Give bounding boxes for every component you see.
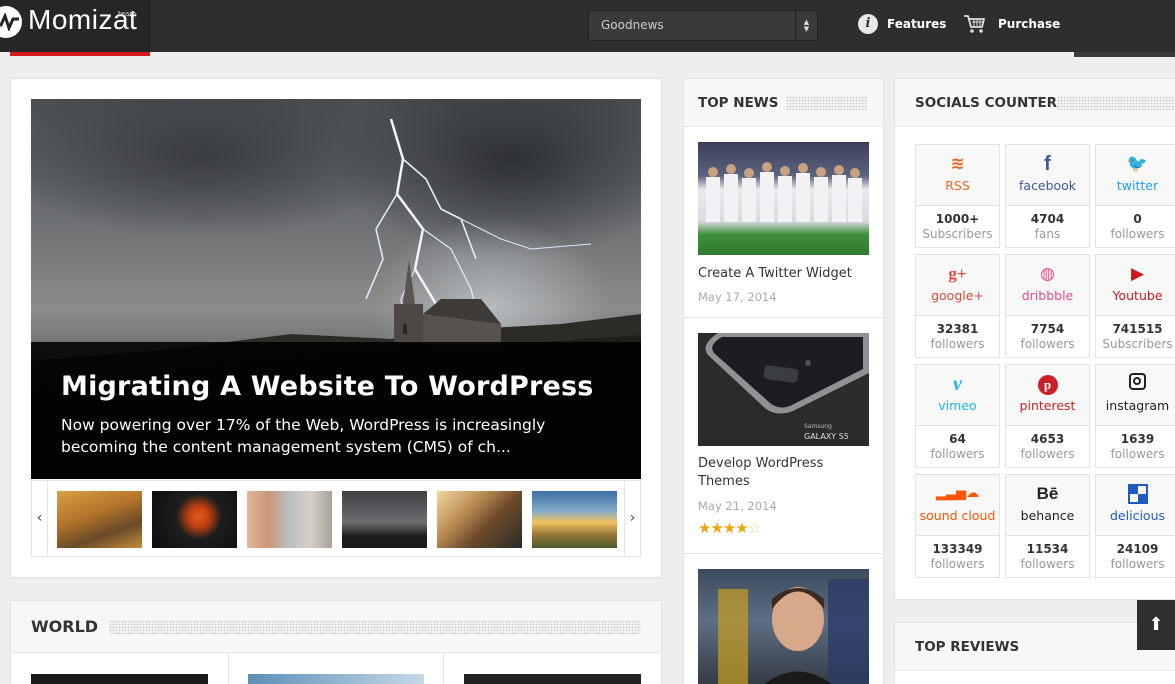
thumbnail-interior-room[interactable]: [437, 491, 522, 548]
nav-purchase-label: Purchase: [998, 17, 1061, 31]
world-article-image[interactable]: [31, 674, 208, 684]
logo-accent-bar: [10, 52, 150, 56]
world-article-image[interactable]: [248, 674, 424, 684]
social-pinterest[interactable]: p pinterest 4653 followers: [1005, 364, 1090, 468]
top-news-title: TOP NEWS: [698, 95, 779, 111]
news-date: May 21, 2014: [698, 499, 777, 513]
top-news-header: TOP NEWS: [684, 79, 883, 127]
youtube-icon: ▶: [1130, 264, 1145, 284]
social-dribbble[interactable]: ◍ dribbble 7754 followers: [1005, 254, 1090, 358]
news-image-team[interactable]: [698, 142, 869, 255]
star-rating: ★★★★☆: [698, 519, 761, 537]
news-date: May 17, 2014: [698, 290, 777, 304]
portrait-photo: [718, 579, 869, 684]
social-delicious[interactable]: delicious 24109 followers: [1095, 474, 1175, 578]
social-instagram[interactable]: instagram 1639 followers: [1095, 364, 1175, 468]
featured-title[interactable]: Migrating A Website To WordPress: [61, 371, 594, 402]
top-reviews-title: TOP REVIEWS: [915, 639, 1020, 655]
world-article-image[interactable]: [464, 674, 641, 684]
featured-excerpt: Now powering over 17% of the Web, WordPr…: [61, 416, 546, 456]
socials-title: SOCIALS COUNTER: [915, 95, 1058, 111]
thumbnail-storm-church[interactable]: [342, 491, 427, 548]
info-icon: i: [858, 14, 878, 34]
news-image-phone[interactable]: Samsung GALAXY S5: [698, 333, 869, 446]
featured-image[interactable]: Migrating A Website To WordPress Now pow…: [31, 99, 641, 479]
news-title-link[interactable]: Develop WordPress Themes: [698, 455, 873, 491]
logo-mark-icon: [0, 6, 22, 38]
social-behance[interactable]: Bē behance 11534 followers: [1005, 474, 1090, 578]
header-dark-accent: [1074, 52, 1175, 57]
news-title-link[interactable]: Create A Twitter Widget: [698, 265, 873, 283]
top-reviews-header: TOP REVIEWS: [895, 623, 1175, 671]
social-rss[interactable]: ≋ RSS 1000+ Subscribers: [915, 144, 1000, 248]
logo[interactable]: Momizat team: [0, 0, 151, 52]
social-vimeo[interactable]: v vimeo 64 followers: [915, 364, 1000, 468]
nav-purchase[interactable]: Purchase: [963, 12, 1060, 36]
social-soundcloud[interactable]: ▂▃▅☁ sound cloud 133349 followers: [915, 474, 1000, 578]
twitter-icon: 🐦: [1126, 154, 1149, 174]
thumbnail-soccer-player[interactable]: [152, 491, 237, 548]
header-dots: [109, 620, 641, 634]
thumbnail-sunset-field[interactable]: [532, 491, 617, 548]
logo-subtext: team: [118, 10, 137, 18]
delicious-icon: [1096, 483, 1175, 505]
top-reviews-widget: TOP REVIEWS: [894, 622, 1175, 684]
thumbnail-carousel: ‹ ›: [31, 480, 641, 557]
social-googleplus[interactable]: g+ google+ 32381 followers: [915, 254, 1000, 358]
socials-header: SOCIALS COUNTER: [895, 79, 1175, 127]
dribbble-icon: ◍: [1040, 264, 1055, 284]
star-empty-icon: ☆: [747, 519, 761, 537]
top-bar: Momizat team Goodnews ▲ ▼ i Features Purc…: [0, 0, 1175, 52]
world-section: WORLD: [10, 600, 662, 684]
news-image-portrait[interactable]: [698, 569, 869, 684]
behance-icon: Bē: [1036, 484, 1059, 503]
nav-features-label: Features: [887, 17, 947, 31]
demo-select-value: Goodnews: [601, 18, 664, 32]
thumbnail-autumn-walk[interactable]: [57, 491, 142, 548]
soundcloud-icon: ▂▃▅☁: [936, 486, 979, 501]
team-photo: [706, 162, 862, 222]
phone-brand-text: Samsung: [804, 423, 832, 430]
carousel-next-button[interactable]: ›: [624, 481, 640, 556]
googleplus-icon: g+: [948, 264, 967, 283]
social-facebook[interactable]: f facebook 4704 fans: [1005, 144, 1090, 248]
vimeo-icon: v: [953, 373, 962, 395]
rss-icon: ≋: [950, 154, 965, 174]
cart-icon: [964, 15, 986, 33]
divider: [684, 553, 883, 554]
star-icon: ★: [735, 519, 748, 537]
caption-overlay: [31, 342, 641, 479]
pinterest-icon: p: [1006, 373, 1089, 395]
phone-model-text: GALAXY S5: [804, 432, 849, 441]
featured-slider: Migrating A Website To WordPress Now pow…: [10, 78, 662, 578]
header-dots: [1057, 96, 1175, 110]
top-news-widget: TOP NEWS Create A Twitter Widget May 17,…: [683, 78, 884, 684]
star-icon: ★: [710, 519, 723, 537]
social-twitter[interactable]: 🐦 twitter 0 followers: [1095, 144, 1175, 248]
star-icon: ★: [698, 519, 711, 537]
divider: [684, 317, 883, 318]
facebook-icon: f: [1044, 153, 1051, 175]
world-title[interactable]: WORLD: [31, 617, 98, 636]
select-arrows-icon: ▲ ▼: [795, 11, 817, 40]
logo-text: Momizat: [28, 4, 138, 35]
star-icon: ★: [722, 519, 736, 537]
social-youtube[interactable]: ▶ Youtube 741515 Subscribers: [1095, 254, 1175, 358]
socials-counter-widget: SOCIALS COUNTER ≋ RSS 1000+ Subscribers f…: [894, 78, 1175, 600]
back-to-top-button[interactable]: ⬆: [1137, 600, 1175, 650]
instagram-icon: [1096, 373, 1175, 395]
nav-features[interactable]: i Features: [858, 12, 946, 36]
world-header: WORLD: [11, 601, 661, 653]
carousel-prev-button[interactable]: ‹: [32, 481, 48, 556]
demo-select[interactable]: Goodnews ▲ ▼: [588, 10, 818, 41]
phone-photo: Samsung GALAXY S5: [705, 333, 869, 441]
header-dots: [786, 96, 868, 110]
thumbnail-two-men[interactable]: [247, 491, 332, 548]
